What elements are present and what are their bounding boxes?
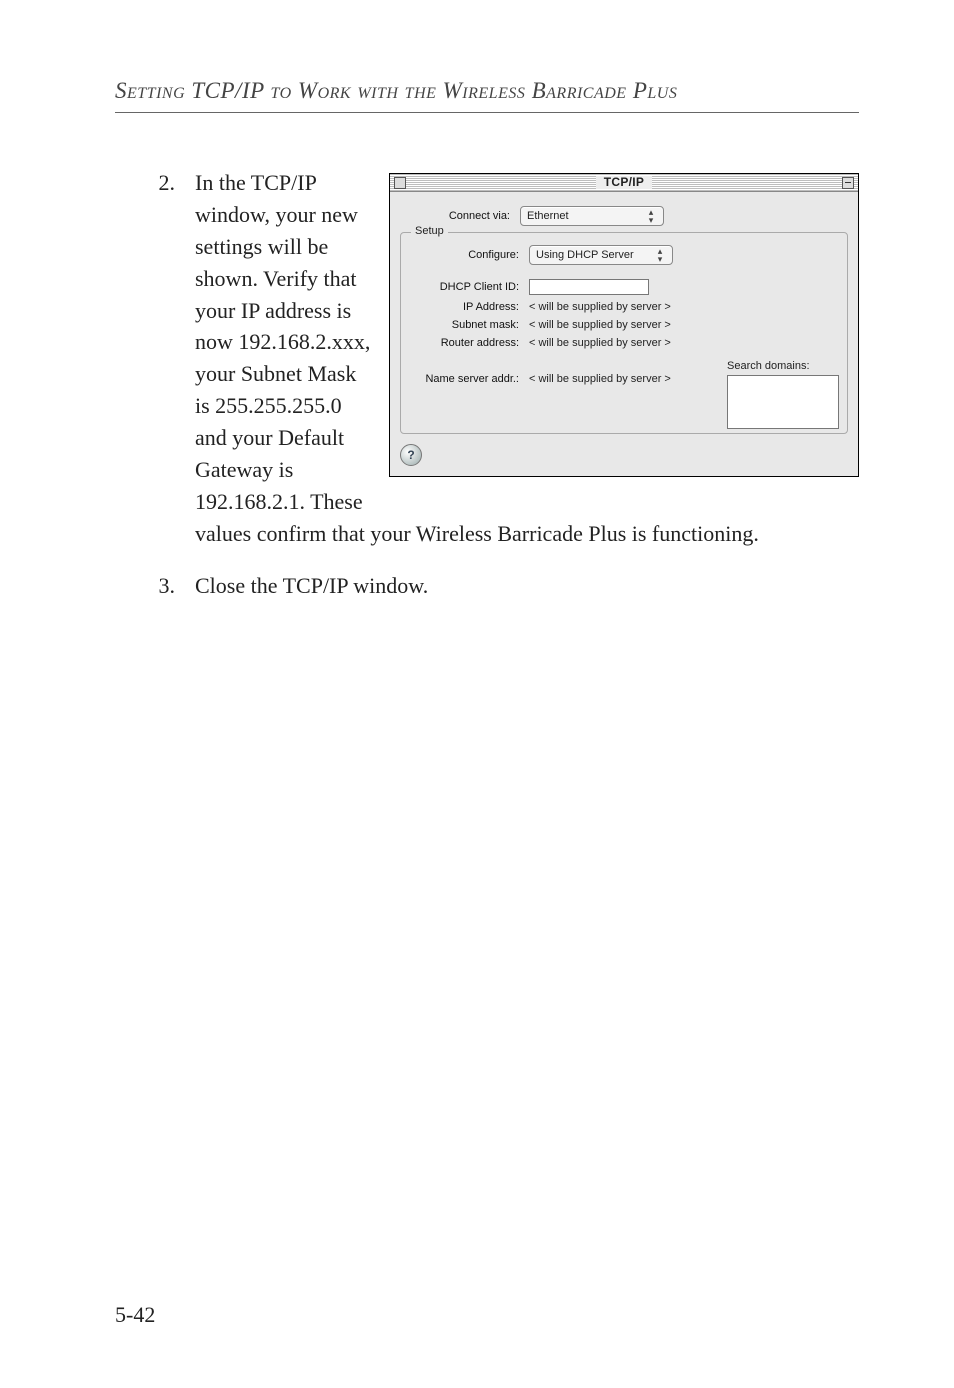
list-item-text-continued: values confirm that your Wireless Barric… xyxy=(195,521,759,546)
list-item-2: 2. TCP/IP Connect vi xyxy=(115,167,859,550)
list-item-text: In the TCP/IP window, your new settings … xyxy=(195,170,370,514)
connect-via-select[interactable]: Ethernet ▴▾ xyxy=(520,206,664,226)
page-number: 5-42 xyxy=(115,1302,155,1328)
setup-fieldset: Setup Configure: Using DHCP Server ▴▾ xyxy=(400,232,848,434)
dialog-title: TCP/IP xyxy=(596,176,652,189)
setup-legend: Setup xyxy=(411,225,448,237)
configure-label: Configure: xyxy=(409,249,529,261)
dhcp-client-id-input[interactable] xyxy=(529,279,649,295)
subnet-mask-label: Subnet mask: xyxy=(409,319,529,331)
list-item-number: 3. xyxy=(115,570,195,602)
search-domains-label: Search domains: xyxy=(727,360,810,372)
chevron-updown-icon: ▴▾ xyxy=(654,247,666,263)
ip-address-value: < will be supplied by server > xyxy=(529,301,671,313)
dialog-body: Connect via: Ethernet ▴▾ Setup Configure… xyxy=(390,192,858,476)
search-domains-input[interactable] xyxy=(727,375,839,429)
ip-address-label: IP Address: xyxy=(409,301,529,313)
page-heading: Setting TCP/IP to Work with the Wireless… xyxy=(115,78,859,104)
router-address-label: Router address: xyxy=(409,337,529,349)
name-server-addr-label: Name server addr.: xyxy=(409,373,529,385)
configure-value: Using DHCP Server xyxy=(536,249,654,261)
configure-select[interactable]: Using DHCP Server ▴▾ xyxy=(529,245,673,265)
list-item-number: 2. xyxy=(115,167,195,199)
close-icon[interactable] xyxy=(394,177,406,189)
heading-rule xyxy=(115,112,859,113)
router-address-value: < will be supplied by server > xyxy=(529,337,671,349)
collapse-icon[interactable] xyxy=(842,177,854,189)
info-icon[interactable]: ? xyxy=(400,444,422,466)
dhcp-client-id-label: DHCP Client ID: xyxy=(409,281,529,293)
name-server-addr-value: < will be supplied by server > xyxy=(529,373,671,385)
tcpip-dialog: TCP/IP Connect via: Ethernet ▴▾ xyxy=(389,173,859,477)
list-item-text: Close the TCP/IP window. xyxy=(195,570,859,602)
connect-via-label: Connect via: xyxy=(400,210,520,222)
subnet-mask-value: < will be supplied by server > xyxy=(529,319,671,331)
list-item-3: 3. Close the TCP/IP window. xyxy=(115,570,859,602)
connect-via-value: Ethernet xyxy=(527,210,645,222)
dialog-titlebar: TCP/IP xyxy=(390,174,858,192)
chevron-updown-icon: ▴▾ xyxy=(645,208,657,224)
